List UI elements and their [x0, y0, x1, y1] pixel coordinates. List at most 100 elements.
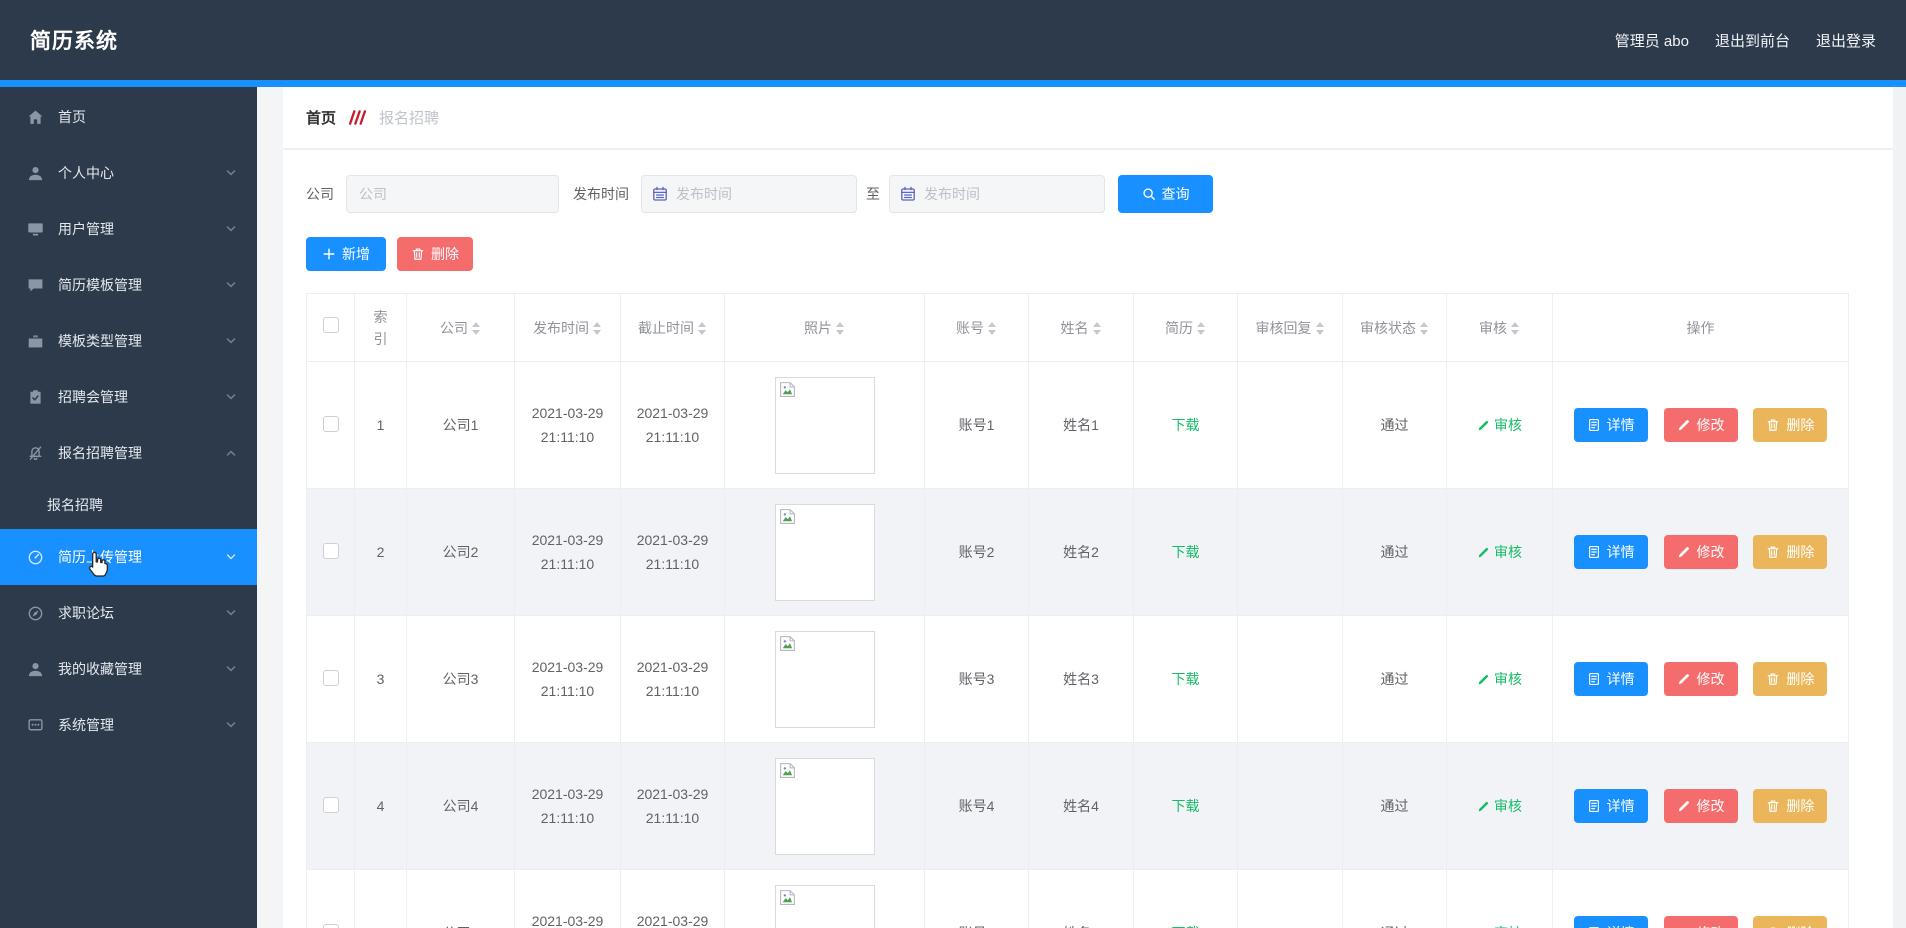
cell-resume: 下载	[1133, 869, 1238, 928]
detail-button[interactable]: 详情	[1573, 916, 1648, 928]
row-checkbox[interactable]	[322, 923, 339, 928]
edit-button[interactable]: 修改	[1663, 789, 1738, 823]
sidebar-item-label: 个人中心	[58, 165, 114, 181]
sidebar-item-user-management[interactable]: 用户管理	[0, 201, 257, 257]
pencil-icon	[1477, 673, 1490, 686]
sidebar-item-home[interactable]: 首页	[0, 89, 257, 145]
column-header-review: 审核	[1446, 293, 1553, 362]
detail-button[interactable]: 详情	[1573, 662, 1648, 696]
detail-button[interactable]: 详情	[1573, 408, 1648, 442]
sidebar-item-label: 我的收藏管理	[58, 661, 142, 677]
delete-button[interactable]: 删除	[397, 237, 473, 271]
detail-button[interactable]: 详情	[1573, 789, 1648, 823]
sort-caret-icon[interactable]	[835, 321, 845, 336]
row-checkbox[interactable]	[322, 669, 339, 686]
select-all-checkbox[interactable]	[322, 316, 339, 333]
review-link[interactable]: 审核	[1477, 796, 1522, 816]
broken-image-icon	[779, 508, 796, 525]
cell-index: 4	[354, 742, 407, 870]
topbar-right: 管理员 abo 退出到前台 退出登录	[1615, 30, 1876, 51]
sidebar-item-system-management[interactable]: 系统管理	[0, 697, 257, 753]
edit-button[interactable]: 修改	[1663, 916, 1738, 928]
sort-caret-icon[interactable]	[1419, 321, 1429, 336]
sort-caret-icon[interactable]	[1196, 321, 1206, 336]
review-link[interactable]: 审核	[1477, 542, 1522, 562]
edit-button[interactable]: 修改	[1663, 662, 1738, 696]
row-checkbox[interactable]	[322, 542, 339, 559]
row-delete-button[interactable]: 删除	[1753, 916, 1828, 928]
add-button[interactable]: 新增	[306, 237, 386, 271]
download-link[interactable]: 下载	[1172, 542, 1200, 562]
sidebar-item-personal-center[interactable]: 个人中心	[0, 145, 257, 201]
sidebar-item-signup-recruit[interactable]: 报名招聘管理	[0, 425, 257, 481]
sort-caret-icon[interactable]	[1510, 321, 1520, 336]
cell-publish-time: 2021-03-2921:11:10	[514, 742, 621, 870]
sidebar-item-job-fair[interactable]: 招聘会管理	[0, 369, 257, 425]
publish-start-date-input[interactable]	[641, 175, 857, 213]
sidebar-item-resume-upload[interactable]: 简历上传管理	[0, 529, 257, 585]
user-icon	[27, 661, 44, 678]
edit-button[interactable]: 修改	[1663, 408, 1738, 442]
sidebar-item-template-type[interactable]: 模板类型管理	[0, 313, 257, 369]
sidebar-item-job-forum[interactable]: 求职论坛	[0, 585, 257, 641]
exit-to-front-link[interactable]: 退出到前台	[1715, 30, 1790, 51]
cell-company: 公司5	[406, 869, 515, 928]
main-area: 首页 报名招聘 公司 发布时间 至	[257, 87, 1906, 928]
photo-placeholder	[774, 630, 875, 728]
pencil-icon	[1677, 418, 1691, 432]
sort-caret-icon[interactable]	[471, 321, 481, 336]
row-checkbox[interactable]	[322, 415, 339, 432]
breadcrumb-home-link[interactable]: 首页	[306, 107, 336, 128]
admin-user-link[interactable]: 管理员 abo	[1615, 30, 1689, 51]
download-link[interactable]: 下载	[1172, 923, 1200, 928]
review-link[interactable]: 审核	[1477, 415, 1522, 435]
row-delete-button[interactable]: 删除	[1753, 789, 1828, 823]
sidebar-item-my-favorites[interactable]: 我的收藏管理	[0, 641, 257, 697]
row-delete-button[interactable]: 删除	[1753, 408, 1828, 442]
cell-name: 姓名4	[1028, 742, 1134, 870]
cell-deadline: 2021-03-2921:11:10	[620, 869, 725, 928]
review-link[interactable]: 审核	[1477, 669, 1522, 689]
document-icon	[1587, 545, 1601, 559]
row-checkbox[interactable]	[322, 796, 339, 813]
breadcrumb-separator-icon	[348, 110, 367, 125]
dashboard-icon	[27, 549, 44, 566]
edit-button[interactable]: 修改	[1663, 535, 1738, 569]
sidebar-item-label: 简历模板管理	[58, 277, 142, 293]
cell-company: 公司2	[406, 488, 515, 616]
publish-end-date-input[interactable]	[889, 175, 1105, 213]
company-input[interactable]	[346, 175, 559, 213]
chevron-down-icon	[225, 663, 237, 675]
cell-name: 姓名2	[1028, 488, 1134, 616]
sidebar: 首页 个人中心 用户管理 简历模板管理 模板类型管理 招聘会管理 报名招聘管理 …	[0, 87, 257, 928]
vertical-scrollbar[interactable]	[1893, 87, 1906, 928]
download-link[interactable]: 下载	[1172, 669, 1200, 689]
sort-caret-icon[interactable]	[987, 321, 997, 336]
cell-review: 审核	[1446, 869, 1553, 928]
cell-operations: 详情 修改 删除	[1552, 488, 1849, 616]
review-link[interactable]: 审核	[1477, 923, 1522, 928]
document-icon	[1587, 672, 1601, 686]
table-row: 3 公司3 2021-03-29 21:11:10 2021-03-29 21:11…	[306, 615, 1849, 743]
search-button[interactable]: 查询	[1118, 175, 1213, 213]
sort-caret-icon[interactable]	[592, 321, 602, 336]
sidebar-subitem-signup-recruit[interactable]: 报名招聘	[0, 481, 257, 529]
sort-caret-icon[interactable]	[697, 321, 707, 336]
logout-link[interactable]: 退出登录	[1816, 30, 1876, 51]
row-delete-button[interactable]: 删除	[1753, 535, 1828, 569]
table-row: 5 公司5 2021-03-2921:11:10 2021-03-2921:11…	[306, 869, 1849, 928]
publish-end-date-field[interactable]	[924, 186, 1094, 202]
sidebar-item-label: 用户管理	[58, 221, 114, 237]
publish-start-date-field[interactable]	[676, 186, 846, 202]
download-link[interactable]: 下载	[1172, 415, 1200, 435]
row-delete-button[interactable]: 删除	[1753, 662, 1828, 696]
sort-caret-icon[interactable]	[1092, 321, 1102, 336]
download-link[interactable]: 下载	[1172, 796, 1200, 816]
sidebar-item-resume-template[interactable]: 简历模板管理	[0, 257, 257, 313]
column-header-review-status: 审核状态	[1342, 293, 1447, 362]
sort-caret-icon[interactable]	[1315, 321, 1325, 336]
detail-button[interactable]: 详情	[1573, 535, 1648, 569]
content-body: 公司 发布时间 至	[283, 150, 1893, 928]
cell-account: 账号3	[924, 615, 1029, 743]
chevron-down-icon	[225, 223, 237, 235]
